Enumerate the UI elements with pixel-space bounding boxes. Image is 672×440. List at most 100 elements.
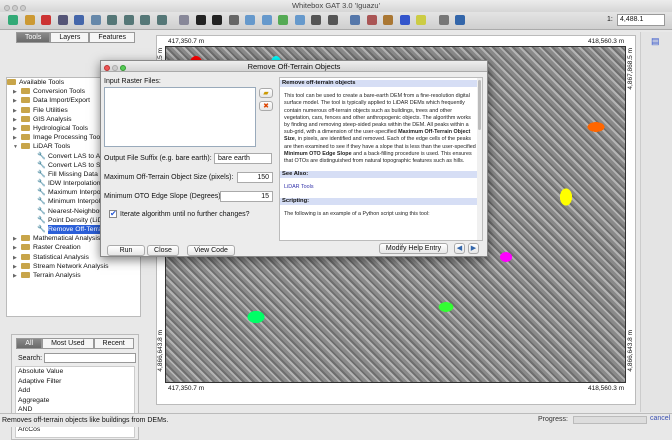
open-icon[interactable]: [24, 15, 35, 25]
help-icon[interactable]: [455, 15, 465, 25]
help-back-button[interactable]: ◀: [454, 243, 465, 254]
wrench-icon: 🔧: [37, 170, 46, 178]
input-files-list[interactable]: [104, 87, 256, 147]
wrench-icon: 🔧: [37, 198, 46, 206]
palette-icon[interactable]: [366, 15, 377, 25]
help-panel[interactable]: Remove off-terrain objects This tool can…: [279, 77, 483, 241]
forward-icon[interactable]: [327, 15, 338, 25]
tool-list[interactable]: Absolute Value Adaptive Filter Add Aggregat…: [15, 366, 135, 438]
window-titlebar: Whitebox GAT 3.0 'Iguazu': [0, 0, 672, 12]
layer3-icon[interactable]: [123, 15, 134, 25]
raster-icon[interactable]: [350, 15, 360, 25]
folder-icon: [21, 244, 30, 251]
folder-icon: [21, 124, 30, 131]
map-x-right-bottom: 418,560.3 m: [588, 385, 625, 392]
folder-icon: [21, 97, 30, 104]
remove-oto-dialog: Remove Off-Terrain Objects Input Raster …: [100, 60, 488, 257]
close-button[interactable]: Close: [147, 245, 179, 256]
map-x-left-top: 417,350.7 m: [168, 38, 205, 45]
tab-all[interactable]: All: [16, 338, 43, 349]
script-text: The following is an example of a Python …: [284, 210, 430, 217]
max-size-label: Maximum Off-Terrain Object Size (pixels)…: [104, 174, 234, 181]
min-slope-input[interactable]: 15: [220, 191, 273, 202]
print-icon[interactable]: [57, 15, 68, 25]
remove-file-button[interactable]: ✖: [259, 101, 273, 111]
min-slope-label: Minimum OTO Edge Slope (Degrees):: [104, 193, 223, 200]
scale-input[interactable]: 4,488.1: [617, 14, 665, 26]
layer5-icon[interactable]: [156, 15, 167, 25]
help-scrollbar[interactable]: [477, 78, 482, 240]
max-size-input[interactable]: 150: [237, 172, 273, 183]
tool-list-item[interactable]: Add: [16, 386, 134, 396]
legend-icon[interactable]: ▤: [651, 36, 660, 47]
folder-icon: [21, 134, 30, 141]
folder-icon: [21, 235, 30, 242]
lidar-tools-link[interactable]: LiDAR Tools: [280, 180, 482, 195]
tree-group[interactable]: ▶ Stream Network Analysis: [7, 262, 140, 271]
view-code-button[interactable]: View Code: [187, 245, 235, 256]
folder-icon: [21, 106, 30, 113]
progress-label: Progress:: [538, 416, 568, 423]
map-x-left-bottom: 417,350.7 m: [168, 385, 205, 392]
layer4-icon[interactable]: [140, 15, 150, 25]
select-icon[interactable]: [195, 15, 206, 25]
run-button[interactable]: Run: [107, 245, 145, 256]
tab-layers[interactable]: Layers: [50, 32, 90, 43]
folder-icon: [21, 271, 30, 278]
tree-group[interactable]: ▶ Terrain Analysis: [7, 271, 140, 280]
toolbar: [0, 12, 672, 30]
diamond-icon[interactable]: [399, 15, 410, 25]
zoom-in-icon[interactable]: [245, 15, 255, 25]
help-forward-button[interactable]: ▶: [468, 243, 479, 254]
help-heading: Remove off-terrain objects: [280, 80, 482, 88]
ruler-icon[interactable]: [416, 15, 426, 25]
iterate-label: Iterate algorithm until no further chang…: [120, 211, 250, 218]
tool-list-item[interactable]: Adaptive Filter: [16, 377, 134, 387]
page-icon[interactable]: [179, 15, 189, 25]
select-info-icon[interactable]: [212, 15, 222, 25]
status-bar: Removes off-terrain objects like buildin…: [0, 413, 672, 427]
folder-icon: [21, 143, 30, 150]
profile-icon[interactable]: [438, 15, 449, 25]
map-y-top-right: 4,867,868.5 m: [627, 48, 634, 90]
folder-icon: [21, 262, 30, 269]
wrench-icon: 🔧: [37, 189, 46, 197]
layer1-icon[interactable]: [90, 15, 101, 25]
full-extent-icon[interactable]: [278, 15, 288, 25]
lower-tabs: All Most Used Recent: [12, 338, 138, 349]
save-icon[interactable]: [41, 15, 51, 25]
new-map-icon[interactable]: [74, 15, 84, 25]
suffix-input[interactable]: bare earth: [214, 153, 272, 164]
tab-recent[interactable]: Recent: [93, 338, 134, 349]
folder-icon: [21, 88, 30, 95]
help-description: This tool can be used to create a bare-e…: [284, 93, 476, 165]
iterate-checkbox[interactable]: ✔: [109, 210, 117, 218]
cancel-link[interactable]: cancel: [650, 415, 670, 422]
search-label: Search:: [18, 355, 43, 362]
dialog-title: Remove Off-Terrain Objects: [247, 62, 341, 71]
modify-help-button[interactable]: Modify Help Entry: [379, 243, 448, 254]
open-folder-button[interactable]: ▰: [259, 88, 273, 98]
tab-most-used[interactable]: Most Used: [42, 338, 94, 349]
wrench-icon: 🔧: [37, 161, 46, 169]
tool-list-item[interactable]: Absolute Value: [16, 367, 134, 377]
wrench-icon: 🔧: [37, 180, 46, 188]
collapsed-arrow-icon[interactable]: ▶: [13, 272, 21, 281]
pan-icon[interactable]: [228, 15, 239, 25]
dialog-window-controls[interactable]: [104, 63, 128, 74]
back-icon[interactable]: [311, 15, 321, 25]
tab-tools[interactable]: Tools: [16, 32, 51, 43]
suffix-label: Output File Suffix (e.g. bare earth):: [104, 155, 212, 162]
tool-list-item[interactable]: Aggregate: [16, 396, 134, 406]
layer2-icon[interactable]: [107, 15, 117, 25]
tab-features[interactable]: Features: [89, 32, 135, 43]
add-layer-icon[interactable]: [8, 15, 18, 25]
zoom-layer-icon[interactable]: [294, 15, 305, 25]
right-strip: ▤: [640, 32, 672, 412]
search-input[interactable]: [44, 353, 136, 363]
wrench-icon: 🔧: [37, 216, 46, 224]
brush-icon[interactable]: [383, 15, 393, 25]
scripting-heading: Scripting:: [280, 197, 482, 205]
map-y-bottom-left: 4,866,643.8 m: [157, 330, 164, 372]
zoom-out-icon[interactable]: [261, 15, 272, 25]
